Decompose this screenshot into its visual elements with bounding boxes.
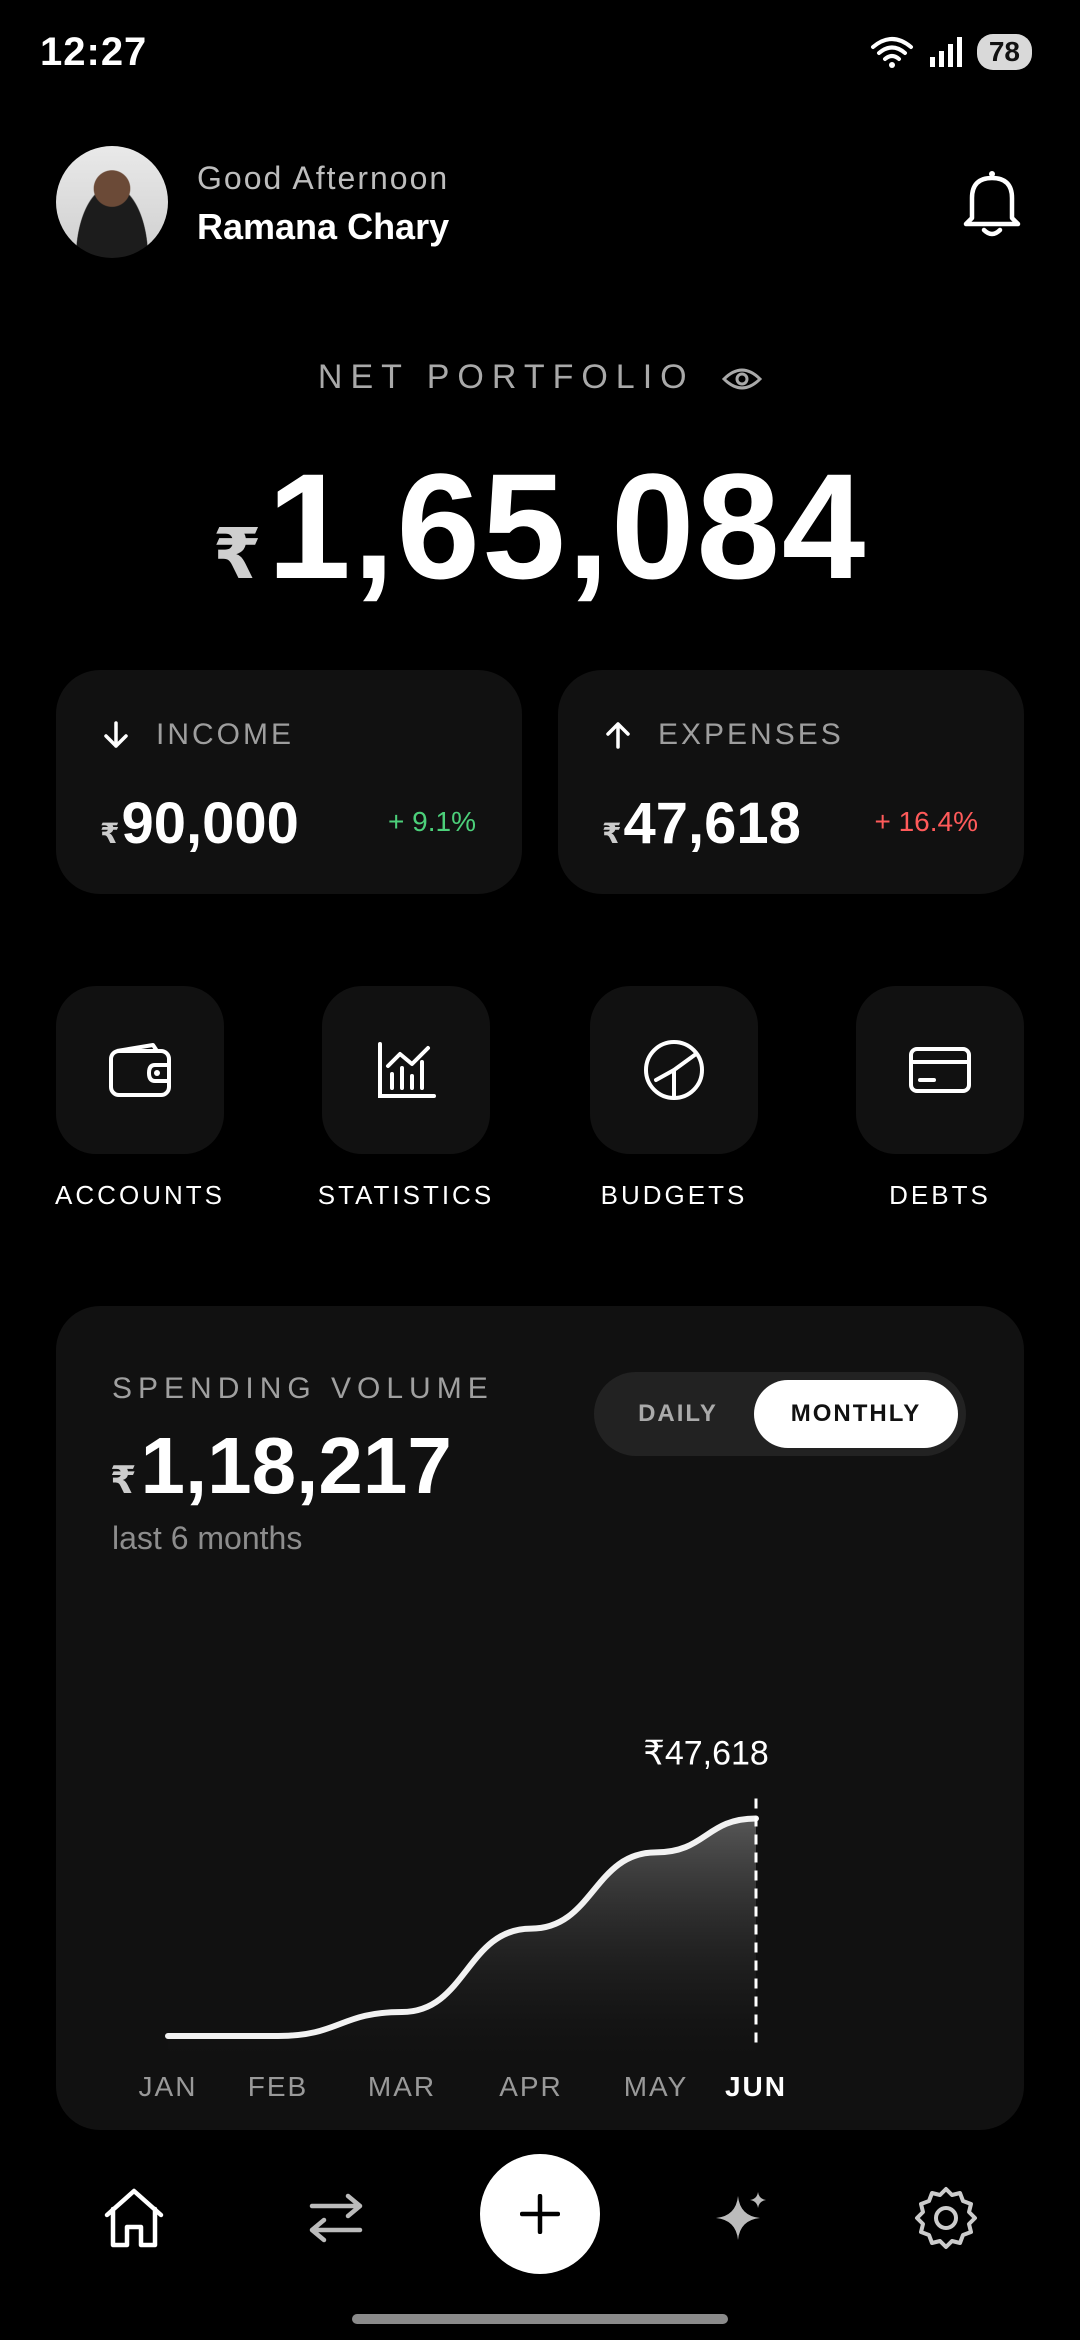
net-portfolio-value: ₹1,65,084 (0, 440, 1080, 613)
spending-period: last 6 months (112, 1520, 303, 1556)
spending-volume-label: SPENDING VOLUME (112, 1372, 494, 1405)
statistics-button[interactable] (322, 986, 490, 1154)
currency-symbol: ₹ (100, 818, 120, 849)
net-portfolio-amount: 1,65,084 (267, 442, 868, 610)
arrow-down-icon (104, 721, 128, 748)
statistics-label: STATISTICS (317, 1180, 495, 1210)
nav-settings[interactable] (906, 2178, 986, 2258)
income-card[interactable]: INCOME ₹90,000 + 9.1% (56, 670, 522, 894)
home-icon (104, 2188, 164, 2248)
bar-chart-icon (378, 1042, 436, 1098)
x-tick-label: APR (499, 2071, 563, 2102)
eye-icon[interactable] (722, 365, 763, 393)
user-name: Ramana Chary (197, 206, 450, 247)
accounts-button[interactable] (56, 986, 224, 1154)
wallet-icon (109, 1043, 171, 1097)
currency-symbol: ₹ (212, 515, 264, 593)
plus-icon (520, 2194, 560, 2234)
budgets-label: BUDGETS (600, 1180, 748, 1210)
expenses-change: + 16.4% (874, 806, 978, 837)
arrow-up-icon (606, 722, 630, 749)
status-icons: 78 (869, 34, 1032, 70)
x-tick-label: MAR (368, 2071, 436, 2102)
debts-label: DEBTS (889, 1180, 991, 1210)
wifi-icon (870, 37, 913, 68)
x-tick-label: MAY (624, 2071, 689, 2102)
accounts-label: ACCOUNTS (55, 1180, 225, 1210)
battery-indicator: 78 (976, 34, 1032, 70)
nav-home[interactable] (94, 2178, 174, 2258)
income-label: INCOME (156, 718, 294, 751)
net-portfolio-title: NET PORTFOLIO (317, 358, 695, 396)
toggle-daily[interactable]: DAILY (594, 1372, 762, 1456)
greeting: Good Afternoon (197, 160, 450, 196)
pie-chart-icon (644, 1040, 704, 1100)
toggle-monthly[interactable]: MONTHLY (754, 1380, 958, 1448)
expenses-value: 47,618 (623, 791, 801, 856)
gear-icon (915, 2187, 977, 2249)
expenses-card[interactable]: EXPENSES ₹47,618 + 16.4% (558, 670, 1024, 894)
x-tick-label: JAN (139, 2071, 198, 2102)
avatar[interactable] (56, 146, 168, 258)
spending-amount: 1,18,217 (140, 1421, 452, 1510)
home-indicator (352, 2314, 728, 2324)
income-change: + 9.1% (388, 806, 476, 837)
currency-symbol: ₹ (110, 1460, 137, 1502)
currency-symbol: ₹ (602, 818, 622, 849)
status-time: 12:27 (40, 30, 148, 74)
transfer-icon (309, 2193, 363, 2243)
expenses-label: EXPENSES (658, 718, 844, 751)
net-portfolio-label: NET PORTFOLIO (0, 358, 1080, 397)
add-button[interactable] (480, 2154, 600, 2274)
nav-ai[interactable] (702, 2178, 782, 2258)
x-tick-label: JUN (725, 2071, 787, 2102)
chart-highlight-label: ₹47,618 (643, 1734, 769, 1772)
x-tick-label: FEB (248, 2071, 308, 2102)
debts-button[interactable] (856, 986, 1024, 1154)
income-value: 90,000 (121, 791, 299, 856)
bell-icon[interactable] (960, 168, 1024, 238)
budgets-button[interactable] (590, 986, 758, 1154)
signal-icon (929, 37, 962, 67)
sparkle-icon (716, 2192, 766, 2240)
credit-card-icon (909, 1047, 971, 1093)
spending-volume-card: SPENDING VOLUME ₹1,18,217 last 6 months … (56, 1306, 1024, 2130)
spending-volume-value: ₹1,18,217 (110, 1420, 452, 1512)
period-toggle[interactable]: DAILY MONTHLY (594, 1372, 966, 1456)
spending-chart: ₹47,618 JAN FEB MAR APR MAY JUN (139, 1734, 787, 2102)
nav-transfer[interactable] (296, 2178, 376, 2258)
